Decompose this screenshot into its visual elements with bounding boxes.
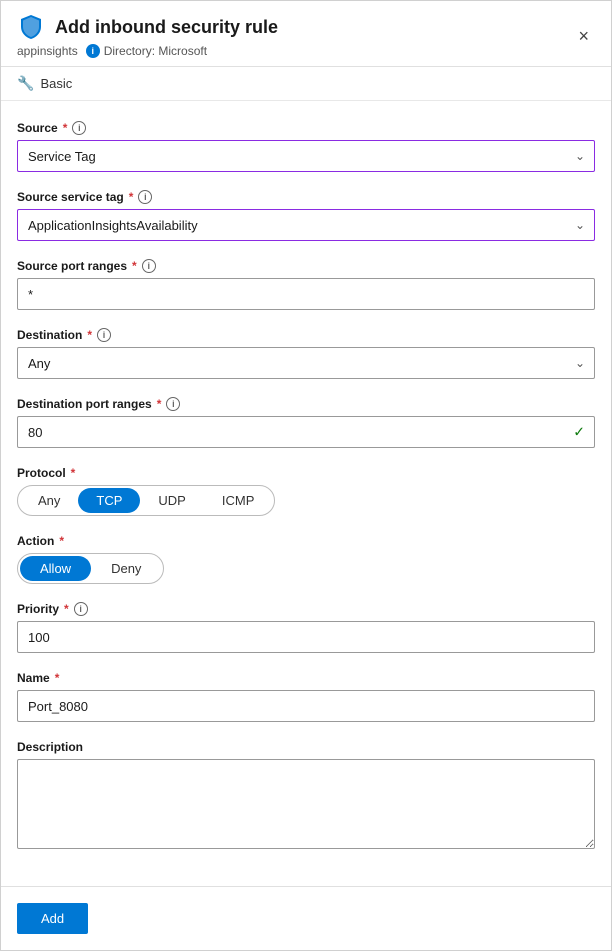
destination-port-ranges-input[interactable] [17,416,595,448]
priority-info-icon[interactable]: i [74,602,88,616]
action-group: Action * Allow Deny [17,534,595,584]
source-select[interactable]: Service Tag Any IP Addresses Application… [17,140,595,172]
destination-group: Destination * i Any IP Addresses Service… [17,328,595,379]
source-port-info-icon[interactable]: i [142,259,156,273]
wrench-icon: 🔧 [17,75,34,92]
protocol-label: Protocol * [17,466,595,480]
name-label: Name * [17,671,595,685]
source-service-tag-label: Source service tag * i [17,190,595,204]
destination-info-icon[interactable]: i [97,328,111,342]
close-button[interactable]: × [572,23,595,49]
header-subtitle: appinsights i Directory: Microsoft [17,44,278,58]
action-label: Action * [17,534,595,548]
protocol-icmp-button[interactable]: ICMP [204,488,273,513]
destination-select-wrapper: Any IP Addresses Service Tag Application… [17,347,595,379]
protocol-required: * [71,466,76,480]
source-group: Source * i Service Tag Any IP Addresses … [17,121,595,172]
breadcrumb-label: Basic [40,76,72,91]
source-port-ranges-input[interactable] [17,278,595,310]
source-port-required: * [132,259,137,273]
source-label: Source * i [17,121,595,135]
protocol-tcp-button[interactable]: TCP [78,488,140,513]
destination-required: * [87,328,92,342]
description-textarea[interactable] [17,759,595,849]
destination-port-required: * [157,397,162,411]
destination-port-info-icon[interactable]: i [166,397,180,411]
protocol-group: Protocol * Any TCP UDP ICMP [17,466,595,516]
action-required: * [59,534,64,548]
source-service-tag-required: * [129,190,134,204]
source-port-ranges-label: Source port ranges * i [17,259,595,273]
source-service-tag-select-wrapper: ApplicationInsightsAvailability ⌄ [17,209,595,241]
header-left: Add inbound security rule appinsights i … [17,13,278,58]
destination-select[interactable]: Any IP Addresses Service Tag Application… [17,347,595,379]
form-body: Source * i Service Tag Any IP Addresses … [1,101,611,886]
priority-label: Priority * i [17,602,595,616]
directory-info: i Directory: Microsoft [86,44,207,58]
priority-required: * [64,602,69,616]
protocol-udp-button[interactable]: UDP [140,488,203,513]
source-port-ranges-group: Source port ranges * i [17,259,595,310]
action-toggle-group: Allow Deny [17,553,164,584]
panel-title: Add inbound security rule [55,17,278,38]
description-group: Description [17,740,595,852]
source-info-icon[interactable]: i [72,121,86,135]
header-title-row: Add inbound security rule [17,13,278,41]
panel-header: Add inbound security rule appinsights i … [1,1,611,67]
source-required: * [63,121,68,135]
source-service-tag-group: Source service tag * i ApplicationInsigh… [17,190,595,241]
source-service-tag-info-icon[interactable]: i [138,190,152,204]
priority-input[interactable] [17,621,595,653]
check-icon: ✓ [573,424,585,441]
destination-port-ranges-group: Destination port ranges * i ✓ [17,397,595,448]
app-name: appinsights [17,44,78,58]
action-deny-button[interactable]: Deny [91,556,161,581]
priority-group: Priority * i [17,602,595,653]
action-allow-button[interactable]: Allow [20,556,91,581]
name-group: Name * [17,671,595,722]
directory-label: Directory: Microsoft [104,44,207,58]
source-service-tag-select[interactable]: ApplicationInsightsAvailability [17,209,595,241]
protocol-any-button[interactable]: Any [20,488,78,513]
name-input[interactable] [17,690,595,722]
add-inbound-rule-panel: Add inbound security rule appinsights i … [0,0,612,951]
destination-port-input-wrapper: ✓ [17,416,595,448]
description-label: Description [17,740,595,754]
name-required: * [55,671,60,685]
destination-port-ranges-label: Destination port ranges * i [17,397,595,411]
breadcrumb-bar: 🔧 Basic [1,67,611,101]
directory-icon: i [86,44,100,58]
destination-label: Destination * i [17,328,595,342]
panel-footer: Add [1,886,611,950]
shield-icon [17,13,45,41]
protocol-toggle-group: Any TCP UDP ICMP [17,485,275,516]
source-select-wrapper: Service Tag Any IP Addresses Application… [17,140,595,172]
add-button[interactable]: Add [17,903,88,934]
